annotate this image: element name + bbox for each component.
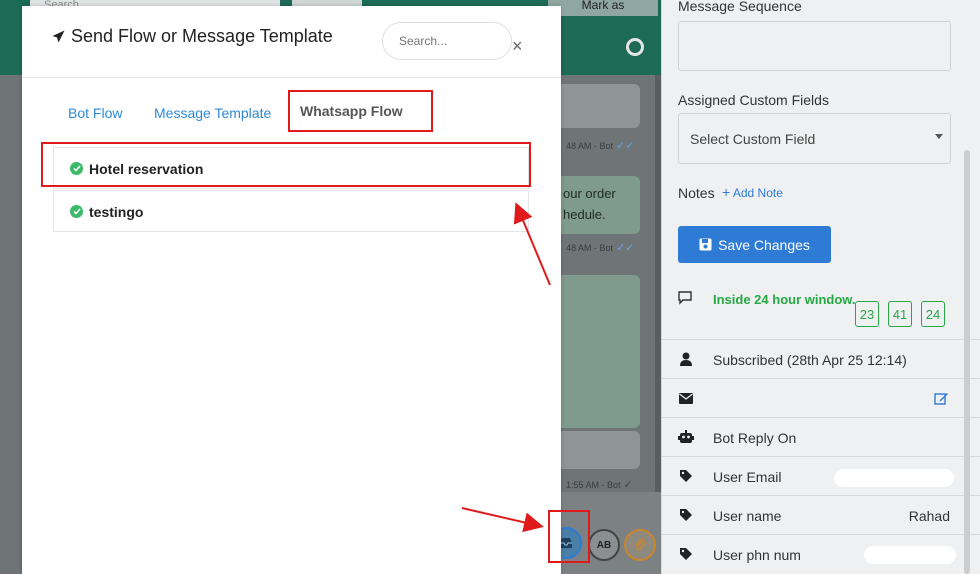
arrow-to-inbox <box>461 507 544 533</box>
annotation-arrows <box>461 202 551 533</box>
arrow-to-flow <box>513 202 551 286</box>
